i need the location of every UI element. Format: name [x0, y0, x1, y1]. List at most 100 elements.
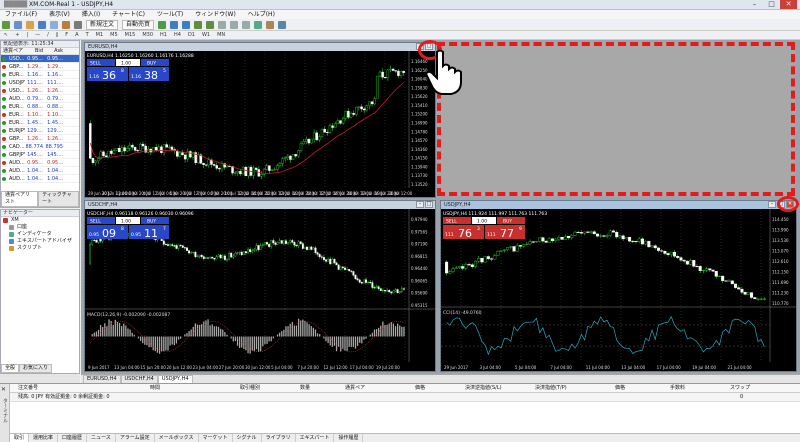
col-sl[interactable]: 決済逆指値(S/L): [465, 384, 535, 392]
tab-mailbox[interactable]: メールボックス: [155, 434, 199, 442]
market-watch-row[interactable]: CAD... 88.774 88.795: [1, 143, 79, 151]
tab-experts[interactable]: エキスパート: [296, 434, 335, 442]
col-swap[interactable]: スワップ: [730, 384, 790, 392]
minimize-chart-button[interactable]: –: [416, 201, 424, 208]
zoom-in-icon[interactable]: [194, 20, 203, 29]
market-watch-row[interactable]: USD... 1.26... 1.26...: [1, 87, 79, 95]
col-type[interactable]: 取引種別: [240, 384, 300, 392]
tab-news[interactable]: ニュース: [87, 434, 116, 442]
tf-m5[interactable]: M5: [108, 32, 120, 38]
tab-general[interactable]: 全般: [1, 364, 20, 373]
menu-view[interactable]: 表示(V): [44, 10, 75, 19]
tf-h4[interactable]: H4: [172, 32, 183, 38]
market-watch-row[interactable]: EUR... 1.16... 1.16...: [1, 71, 79, 79]
bar-chart-icon[interactable]: [158, 20, 167, 29]
vertical-line-icon[interactable]: |: [24, 32, 30, 38]
cursor-tool-icon[interactable]: ↖: [2, 32, 10, 38]
terminal-close-icon[interactable]: ✕: [1, 386, 6, 393]
periods-icon[interactable]: [266, 20, 275, 29]
crosshair-tool-icon[interactable]: +: [13, 32, 21, 38]
eurusd-chart[interactable]: EURUSD,H4 1.16250 1.16260 1.16176 1.1628…: [84, 51, 435, 197]
nav-scripts[interactable]: スクリプト: [1, 245, 79, 252]
nav-xm[interactable]: XM: [1, 217, 79, 224]
minimize-button[interactable]: –: [746, 0, 763, 9]
market-watch-icon[interactable]: [26, 20, 34, 29]
col-price[interactable]: 価格: [415, 384, 465, 392]
col-symbol[interactable]: 通貨ペア: [345, 384, 415, 392]
templates-icon[interactable]: [278, 20, 287, 29]
line-chart-icon[interactable]: [182, 20, 191, 29]
market-watch-row[interactable]: AUD... 1.04... 1.04...: [1, 175, 79, 183]
tab-symbols[interactable]: 通貨ペアリスト: [1, 191, 39, 207]
tab-library[interactable]: ライブラリ: [262, 434, 296, 442]
market-watch-row[interactable]: GBPJPY 145.... 145....: [1, 151, 79, 159]
col-volume[interactable]: 数量: [300, 384, 345, 392]
market-watch-row[interactable]: AUD... 1.04... 1.04...: [1, 167, 79, 175]
auto-scroll-icon[interactable]: [230, 20, 239, 29]
new-chart-icon[interactable]: [2, 20, 10, 29]
col-commission[interactable]: 手数料: [670, 384, 730, 392]
market-watch-row[interactable]: EUR... 0.88... 0.88...: [1, 103, 79, 111]
col-tp[interactable]: 決済指値(T/P): [535, 384, 615, 392]
tf-m30[interactable]: M30: [140, 32, 155, 38]
profiles-icon[interactable]: [14, 20, 22, 29]
col-bid[interactable]: Bid: [25, 48, 45, 54]
label-tool-icon[interactable]: T: [84, 32, 91, 38]
market-watch-row[interactable]: GBP... 1.29... 1.29...: [1, 63, 79, 71]
col-price2[interactable]: 価格: [615, 384, 670, 392]
tf-h1[interactable]: H1: [158, 32, 169, 38]
menu-window[interactable]: ウィンドウ(W): [190, 10, 241, 19]
tf-m15[interactable]: M15: [123, 32, 138, 38]
tab-signals[interactable]: シグナル: [233, 434, 262, 442]
tab-favorites[interactable]: お気に入り: [19, 364, 53, 373]
tab-journal[interactable]: 操作履歴: [334, 434, 364, 442]
indicators-icon[interactable]: [254, 20, 263, 29]
menu-chart[interactable]: チャート(C): [107, 10, 150, 19]
tf-mn[interactable]: MN: [215, 32, 227, 38]
data-window-icon[interactable]: [38, 20, 46, 29]
auto-trading-button[interactable]: 自動売買: [122, 19, 155, 30]
chart-window-usdchf[interactable]: USDCHF,H4 – □ USDCHF,H4 0.96118 0.96126 …: [84, 200, 436, 372]
trendline-icon[interactable]: /: [45, 32, 51, 38]
tab-alerts[interactable]: アラーム設定: [116, 434, 155, 442]
market-watch-row[interactable]: EUR... 1.45... 1.45...: [1, 119, 79, 127]
maximize-button[interactable]: □: [763, 0, 780, 9]
menu-help[interactable]: ヘルプ(H): [243, 10, 280, 19]
text-tool-icon[interactable]: A: [73, 32, 80, 38]
market-watch-row[interactable]: EUR... 1.10... 1.10...: [1, 111, 79, 119]
menu-tools[interactable]: ツール(T): [152, 10, 188, 19]
tile-windows-icon[interactable]: [218, 20, 227, 29]
market-watch-row[interactable]: USD... 0.95... 0.95...: [1, 55, 79, 63]
market-watch-row[interactable]: EURJPY 129.... 129....: [1, 127, 79, 135]
menu-file[interactable]: ファイル(F): [0, 10, 42, 19]
col-ask[interactable]: Ask: [45, 48, 65, 54]
nav-accounts[interactable]: 口座: [1, 224, 79, 231]
usdjpy-chart[interactable]: USDJPY,H4 111.924 111.997 111.763 111.76…: [440, 209, 796, 371]
tab-exposure[interactable]: 運用比率: [29, 434, 59, 442]
channel-icon[interactable]: ∥: [54, 32, 61, 38]
col-symbol[interactable]: 通貨ペア: [1, 48, 25, 54]
col-time[interactable]: 時間: [150, 384, 240, 392]
chart-shift-icon[interactable]: [242, 20, 251, 29]
tf-w1[interactable]: W1: [200, 32, 212, 38]
tab-market[interactable]: マーケット: [199, 434, 233, 442]
menu-insert[interactable]: 挿入(I): [77, 10, 105, 19]
tf-m1[interactable]: M1: [94, 32, 106, 38]
maximize-chart-button[interactable]: □: [425, 201, 433, 208]
chart-window-usdjpy[interactable]: USDJPY,H4 – □ ✕ USDJPY,H4 111.924 111.99…: [440, 200, 797, 372]
usdchf-chart[interactable]: USDCHF,H4 0.96118 0.96126 0.96030 0.9609…: [84, 209, 435, 371]
fibonacci-icon[interactable]: F: [63, 32, 70, 38]
tab-trade[interactable]: 取引: [10, 434, 30, 442]
close-window-button[interactable]: ✕: [780, 0, 797, 9]
tab-account-history[interactable]: 口座履歴: [58, 434, 88, 442]
chart-window-eurusd[interactable]: EURUSD,H4 – □ EURUSD,H4 1.16250 1.16260 …: [84, 42, 436, 198]
navigator-icon[interactable]: [50, 20, 58, 29]
tf-d1[interactable]: D1: [186, 32, 197, 38]
minimize-chart-button[interactable]: –: [768, 201, 776, 208]
nav-indicators[interactable]: インディケータ: [1, 231, 79, 238]
market-watch-row[interactable]: AUD... 0.79... 0.79...: [1, 95, 79, 103]
market-watch-row[interactable]: GBP... 1.26... 1.26...: [1, 135, 79, 143]
market-watch-row[interactable]: AUD... 0.95... 0.95...: [1, 159, 79, 167]
horizontal-line-icon[interactable]: —: [33, 32, 42, 38]
col-order[interactable]: 注文番号: [0, 384, 150, 392]
